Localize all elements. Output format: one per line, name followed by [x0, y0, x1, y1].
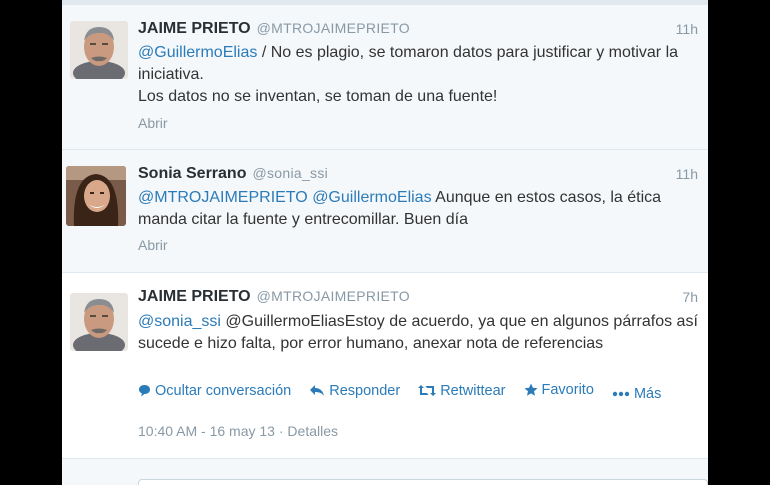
author-name[interactable]: Sonia Serrano @sonia_ssi — [138, 165, 328, 183]
hide-conversation-label[interactable]: Ocultar conversación — [155, 383, 291, 399]
conversation-panel: JAIME PRIETO @MTROJAIMEPRIETO 11h @Guille… — [62, 0, 708, 485]
author-name-text[interactable]: Sonia Serrano — [138, 165, 246, 182]
avatar[interactable] — [66, 166, 126, 226]
author-name[interactable]: JAIME PRIETO @MTROJAIMEPRIETO — [138, 288, 410, 306]
tweet-actions: Ocultar conversación Responder Retwittea… — [138, 382, 675, 402]
mention-link[interactable]: @GuillermoElias — [312, 189, 431, 206]
retweet-button[interactable]: Retwittear — [418, 383, 505, 399]
details-link[interactable]: Detalles — [287, 423, 338, 439]
tweet-text: @MTROJAIMEPRIETO @GuillermoElias Aunque … — [138, 187, 698, 231]
hide-conversation-button[interactable]: Ocultar conversación — [138, 383, 291, 399]
tweet-time[interactable]: 11h — [676, 21, 698, 37]
retweet-icon — [418, 385, 437, 396]
speech-bubble-icon — [139, 385, 150, 397]
tweet[interactable]: Sonia Serrano @sonia_ssi 11h @MTROJAIMEPR… — [62, 150, 708, 273]
author-handle[interactable]: @sonia_ssi — [252, 165, 328, 181]
tweet-expanded[interactable]: JAIME PRIETO @MTROJAIMEPRIETO 7h @sonia_s… — [62, 273, 708, 459]
tweet-meta: 10:40 AM - 16 may 13 · Detalles — [138, 423, 339, 439]
retweet-label[interactable]: Retwittear — [440, 383, 505, 399]
tweet-time[interactable]: 11h — [676, 166, 698, 182]
tweet-timestamp[interactable]: 10:40 AM - 16 may 13 — [138, 423, 275, 439]
tweet[interactable]: JAIME PRIETO @MTROJAIMEPRIETO 11h @Guille… — [62, 5, 708, 150]
favorite-label[interactable]: Favorito — [542, 382, 594, 398]
mention-link[interactable]: @sonia_ssi — [138, 313, 221, 330]
author-name-text[interactable]: JAIME PRIETO — [138, 20, 251, 37]
favorite-button[interactable]: Favorito — [524, 382, 594, 398]
tweet-text: @sonia_ssi @GuillermoEliasEstoy de acuer… — [138, 311, 698, 355]
reply-label[interactable]: Responder — [329, 383, 400, 399]
reply-icon — [310, 385, 325, 396]
avatar[interactable] — [70, 293, 128, 351]
author-handle[interactable]: @MTROJAIMEPRIETO — [257, 20, 410, 36]
tweet-body-line2: Los datos no se inventan, se toman de un… — [138, 88, 498, 105]
tweet-text: @GuillermoElias / No es plagio, se tomar… — [138, 42, 698, 108]
open-link[interactable]: Abrir — [138, 237, 168, 253]
star-icon — [524, 383, 538, 396]
tweet-time[interactable]: 7h — [682, 289, 698, 305]
mention-link[interactable]: @MTROJAIMEPRIETO — [138, 189, 308, 206]
author-handle[interactable]: @MTROJAIMEPRIETO — [257, 288, 410, 304]
reply-input[interactable] — [138, 479, 708, 485]
author-name[interactable]: JAIME PRIETO @MTROJAIMEPRIETO — [138, 20, 410, 38]
open-link[interactable]: Abrir — [138, 115, 168, 131]
tweet-body: @GuillermoEliasEstoy de acuerdo, ya que … — [138, 313, 698, 352]
mention-link[interactable]: @GuillermoElias — [138, 44, 257, 61]
avatar[interactable] — [70, 21, 128, 79]
author-name-text[interactable]: JAIME PRIETO — [138, 288, 251, 305]
more-label[interactable]: Más — [634, 386, 661, 402]
reply-button[interactable]: Responder — [309, 383, 400, 399]
more-button[interactable]: Más — [612, 386, 661, 402]
more-dots-icon — [612, 391, 630, 397]
